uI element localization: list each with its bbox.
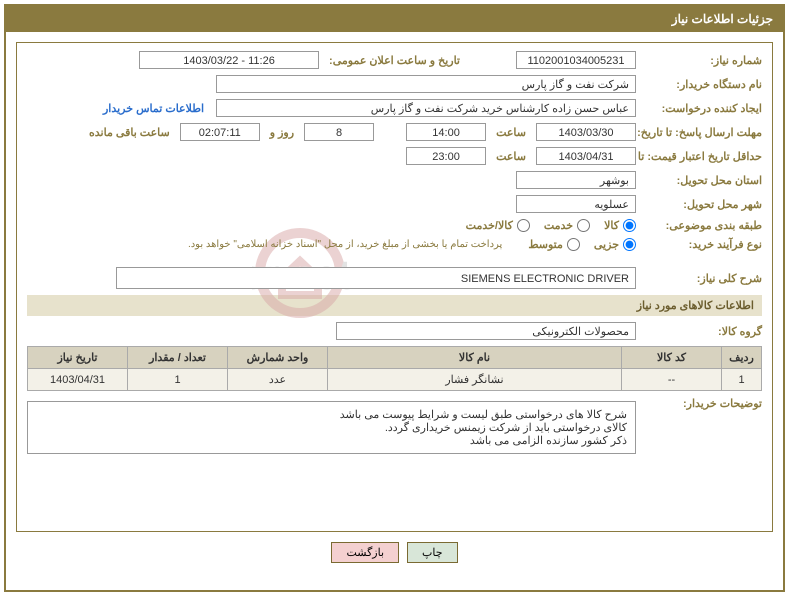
price-valid-label: حداقل تاریخ اعتبار قیمت: تا تاریخ: bbox=[642, 150, 762, 163]
radio-goods[interactable]: کالا bbox=[604, 219, 636, 232]
delivery-city-value: عسلویه bbox=[516, 195, 636, 213]
reply-hour-label: ساعت bbox=[496, 126, 526, 139]
table-header-row: ردیف کد کالا نام کالا واحد شمارش تعداد /… bbox=[28, 347, 762, 369]
col-row: ردیف bbox=[722, 347, 762, 369]
price-valid-hour-label: ساعت bbox=[496, 150, 526, 163]
requester-value: عباس حسن زاده کارشناس خرید شرکت نفت و گا… bbox=[216, 99, 636, 117]
radio-partial-label: جزیی bbox=[594, 238, 619, 251]
need-no-label: شماره نیاز: bbox=[642, 54, 762, 67]
col-date: تاریخ نیاز bbox=[28, 347, 128, 369]
remain-days-value: 8 bbox=[304, 123, 374, 141]
reply-date-value: 1403/03/30 bbox=[536, 123, 636, 141]
delivery-prov-value: بوشهر bbox=[516, 171, 636, 189]
goods-group-label: گروه کالا: bbox=[642, 325, 762, 338]
day-and-label: روز و bbox=[270, 126, 294, 139]
radio-goods-service[interactable]: کالا/خدمت bbox=[466, 219, 530, 232]
requester-label: ایجاد کننده درخواست: bbox=[642, 102, 762, 115]
remain-time-value: 02:07:11 bbox=[180, 123, 260, 141]
radio-medium-label: متوسط bbox=[528, 238, 563, 251]
table-row: 1 -- نشانگر فشار عدد 1 1403/04/31 bbox=[28, 369, 762, 391]
delivery-prov-label: استان محل تحویل: bbox=[642, 174, 762, 187]
announce-dt-value: 1403/03/22 - 11:26 bbox=[139, 51, 319, 69]
buyer-org-label: نام دستگاه خریدار: bbox=[642, 78, 762, 91]
page-title-bar: جزئیات اطلاعات نیاز bbox=[6, 6, 783, 32]
reply-time-value: 14:00 bbox=[406, 123, 486, 141]
buyer-notes-line3: ذکر کشور سازنده الزامی می باشد bbox=[36, 434, 627, 447]
radio-service[interactable]: خدمت bbox=[544, 219, 590, 232]
outer-frame: جزئیات اطلاعات نیاز AriaTender.net شماره… bbox=[4, 4, 785, 592]
radio-partial[interactable]: جزیی bbox=[594, 238, 636, 251]
radio-medium[interactable]: متوسط bbox=[528, 238, 580, 251]
radio-service-input[interactable] bbox=[577, 219, 590, 232]
need-desc-value: SIEMENS ELECTRONIC DRIVER bbox=[116, 267, 636, 289]
contact-buyer-link[interactable]: اطلاعات تماس خریدار bbox=[103, 102, 204, 115]
print-button[interactable]: چاپ bbox=[407, 542, 458, 563]
subject-class-label: طبقه بندی موضوعی: bbox=[642, 219, 762, 232]
cell-qty: 1 bbox=[128, 369, 228, 391]
remain-label: ساعت باقی مانده bbox=[89, 126, 170, 139]
col-name: نام کالا bbox=[328, 347, 622, 369]
radio-goods-label: کالا bbox=[604, 219, 619, 232]
radio-goods-service-label: کالا/خدمت bbox=[466, 219, 513, 232]
price-valid-date-value: 1403/04/31 bbox=[536, 147, 636, 165]
button-bar: چاپ بازگشت bbox=[6, 542, 783, 563]
buyer-notes-box: شرح کالا های درخواستی طبق لیست و شرایط پ… bbox=[27, 401, 636, 454]
cell-date: 1403/04/31 bbox=[28, 369, 128, 391]
buy-process-label: نوع فرآیند خرید: bbox=[642, 238, 762, 251]
need-desc-label: شرح کلی نیاز: bbox=[642, 272, 762, 285]
page-title: جزئیات اطلاعات نیاز bbox=[672, 12, 773, 26]
radio-service-label: خدمت bbox=[544, 219, 573, 232]
goods-group-value: محصولات الکترونیکی bbox=[336, 322, 636, 340]
col-unit: واحد شمارش bbox=[228, 347, 328, 369]
radio-goods-service-input[interactable] bbox=[517, 219, 530, 232]
need-no-value: 1102001034005231 bbox=[516, 51, 636, 69]
price-valid-time-value: 23:00 bbox=[406, 147, 486, 165]
cell-unit: عدد bbox=[228, 369, 328, 391]
buyer-org-value: شرکت نفت و گاز پارس bbox=[216, 75, 636, 93]
cell-row: 1 bbox=[722, 369, 762, 391]
buyer-notes-line1: شرح کالا های درخواستی طبق لیست و شرایط پ… bbox=[36, 408, 627, 421]
radio-goods-input[interactable] bbox=[623, 219, 636, 232]
buyer-notes-label: توضیحات خریدار: bbox=[642, 397, 762, 410]
goods-table: ردیف کد کالا نام کالا واحد شمارش تعداد /… bbox=[27, 346, 762, 391]
radio-partial-input[interactable] bbox=[623, 238, 636, 251]
buyer-notes-line2: کالای درخواستی باید از شرکت زیمنس خریدار… bbox=[36, 421, 627, 434]
payment-note: پرداخت تمام یا بخشی از مبلغ خرید، از محل… bbox=[188, 239, 502, 250]
reply-deadline-label: مهلت ارسال پاسخ: تا تاریخ: bbox=[642, 126, 762, 139]
subject-class-group: کالا خدمت کالا/خدمت bbox=[466, 219, 636, 232]
col-code: کد کالا bbox=[622, 347, 722, 369]
buy-process-group: جزیی متوسط bbox=[528, 238, 636, 251]
back-button[interactable]: بازگشت bbox=[331, 542, 399, 563]
radio-medium-input[interactable] bbox=[567, 238, 580, 251]
col-qty: تعداد / مقدار bbox=[128, 347, 228, 369]
announce-dt-label: تاریخ و ساعت اعلان عمومی: bbox=[329, 54, 460, 67]
details-panel: AriaTender.net شماره نیاز: 1102001034005… bbox=[16, 42, 773, 532]
cell-name: نشانگر فشار bbox=[328, 369, 622, 391]
goods-info-header: اطلاعات کالاهای مورد نیاز bbox=[27, 295, 762, 316]
delivery-city-label: شهر محل تحویل: bbox=[642, 198, 762, 211]
cell-code: -- bbox=[622, 369, 722, 391]
